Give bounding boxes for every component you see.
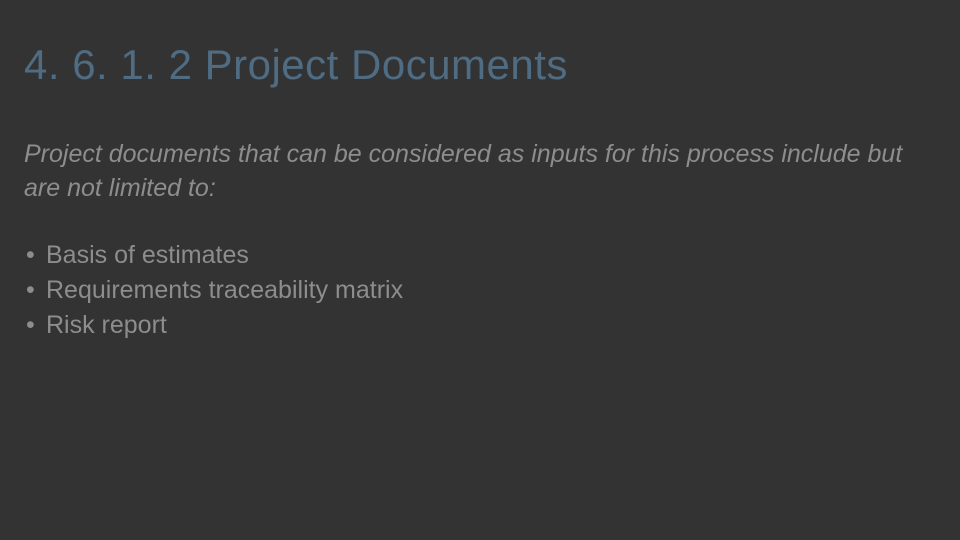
slide: 4. 6. 1. 2 Project Documents Project doc…: [0, 0, 960, 540]
slide-intro-text: Project documents that can be considered…: [24, 138, 924, 206]
slide-title: 4. 6. 1. 2 Project Documents: [24, 40, 936, 90]
bullet-list: Basis of estimates Requirements traceabi…: [24, 238, 936, 343]
list-item: Basis of estimates: [24, 238, 936, 273]
list-item: Requirements traceability matrix: [24, 273, 936, 308]
list-item: Risk report: [24, 308, 936, 343]
